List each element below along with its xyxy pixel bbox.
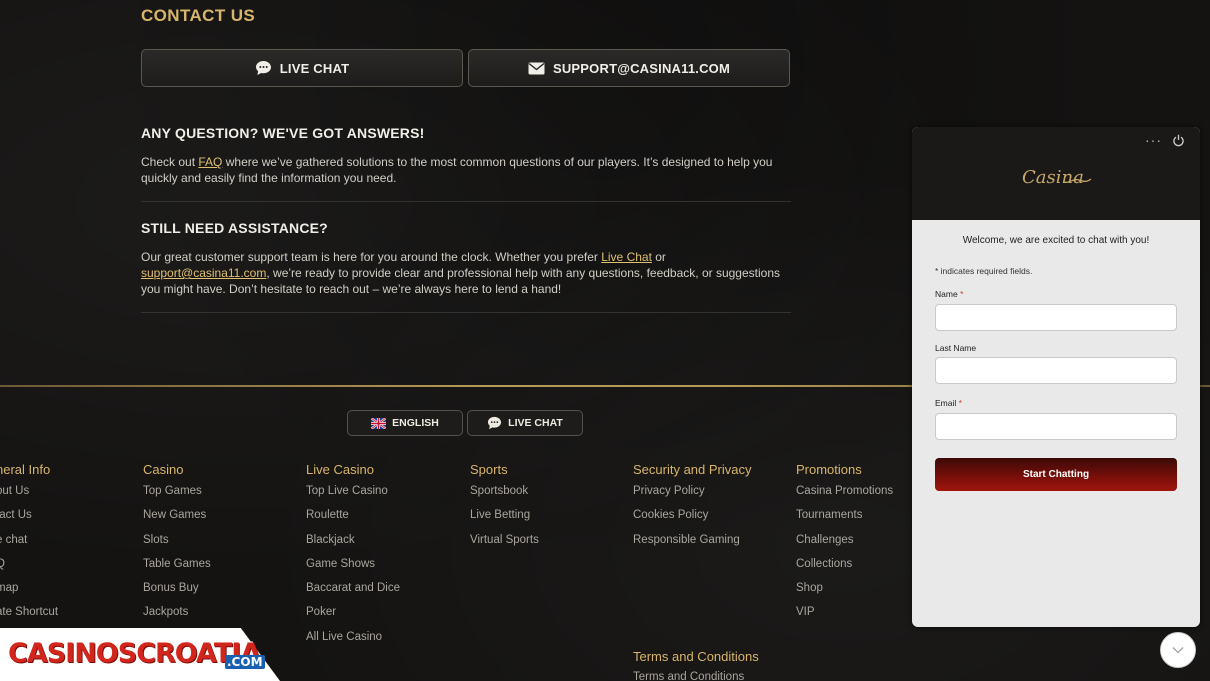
required-note: * indicates required fields. (935, 266, 1033, 276)
footer-column-title: Casino (143, 462, 184, 477)
email-label: Email * (935, 398, 962, 408)
chat-header: Casina ··· (912, 127, 1200, 220)
footer-column-title: Live Casino (306, 462, 374, 477)
footer-link[interactable]: New Games (143, 509, 211, 533)
footer-link[interactable]: Live Betting (470, 509, 539, 533)
terms-link[interactable]: Terms and Conditions (633, 671, 744, 681)
chevron-down-icon (1172, 646, 1184, 654)
footer-link[interactable]: Tournaments (796, 509, 893, 533)
chat-bubble-icon (255, 60, 272, 76)
footer-column-title: Promotions (796, 462, 862, 477)
live-chat-label: LIVE CHAT (279, 60, 350, 76)
footer-link[interactable]: Sportsbook (470, 485, 539, 509)
chat-welcome-text: Welcome, we are excited to chat with you… (962, 235, 1150, 246)
footer-column-title: neral Info (0, 462, 51, 477)
footer-link[interactable]: Top Live Casino (306, 485, 400, 509)
assist-text-1: Our great customer support team is here … (141, 250, 602, 264)
required-star: * (960, 289, 964, 299)
footer-link[interactable]: All Live Casino (306, 631, 400, 655)
footer-link[interactable]: map (0, 582, 58, 606)
footer-link[interactable]: Virtual Sports (470, 534, 539, 558)
faq-heading: ANY QUESTION? WE'VE GOT ANSWERS! (141, 125, 425, 141)
footer-link[interactable]: Table Games (143, 558, 211, 582)
chat-menu-icon[interactable]: ··· (1145, 132, 1162, 148)
support-email-link[interactable]: support@casina11.com (141, 266, 266, 280)
last-name-label: Last Name (935, 343, 977, 353)
faq-link[interactable]: FAQ (198, 155, 222, 169)
assist-heading: STILL NEED ASSISTANCE? (141, 220, 328, 236)
footer-column-title: Sports (470, 462, 508, 477)
name-label: Name * (935, 289, 963, 299)
footer-link[interactable]: e chat (0, 534, 58, 558)
footer-link[interactable]: VIP (796, 606, 893, 630)
chat-minimize-button[interactable] (1160, 632, 1196, 668)
assist-text-2: or (651, 250, 666, 264)
watermark-logo: CASINOSCROATIA (8, 638, 261, 669)
footer-link[interactable]: Top Games (143, 485, 211, 509)
footer-live-chat-button[interactable]: LIVE CHAT (467, 410, 583, 436)
assist-paragraph: Our great customer support team is here … (141, 249, 791, 297)
footer-link[interactable]: Privacy Policy (633, 485, 752, 509)
footer-link[interactable]: Game Shows (306, 558, 400, 582)
start-chatting-button[interactable]: Start Chatting (935, 458, 1177, 491)
footer-column: Security and Privacy Privacy Policy Cookie… (633, 462, 752, 558)
envelope-icon (528, 62, 545, 75)
footer-column: neral Info out Ustact Use chatQmapate Sho… (0, 462, 58, 631)
footer-live-chat-label: LIVE CHAT (508, 417, 563, 429)
footer-link[interactable]: Collections (796, 558, 893, 582)
logo-swash-icon (1062, 178, 1092, 184)
watermark-suffix: .COM (225, 655, 265, 669)
chat-widget: Casina ··· Welcome, we are excited to ch… (912, 127, 1200, 627)
live-chat-button[interactable]: LIVE CHAT (141, 49, 463, 87)
uk-flag-icon (371, 417, 387, 429)
footer-link[interactable]: Roulette (306, 509, 400, 533)
footer-link[interactable]: Jackpots (143, 606, 211, 630)
language-selector[interactable]: ENGLISH (347, 410, 463, 436)
footer-link[interactable]: Poker (306, 606, 400, 630)
footer-link[interactable]: Shop (796, 582, 893, 606)
footer-link[interactable]: ate Shortcut (0, 606, 58, 630)
support-email-button[interactable]: SUPPORT@CASINA11.COM (468, 49, 790, 87)
chat-bubble-icon (487, 416, 502, 430)
language-label: ENGLISH (392, 417, 439, 429)
footer-column: Sports Sportsbook Live Betting Virtual Spor… (470, 462, 539, 558)
faq-text-after: where we’ve gathered solutions to the mo… (141, 155, 773, 185)
footer-link[interactable]: Cookies Policy (633, 509, 752, 533)
terms-title: Terms and Conditions (633, 649, 759, 664)
required-star: * (958, 398, 962, 408)
email-input[interactable] (935, 413, 1177, 440)
live-chat-link[interactable]: Live Chat (601, 250, 652, 264)
footer-column-title: Security and Privacy (633, 462, 752, 477)
section-divider (141, 201, 791, 202)
email-label-text: Email (935, 398, 957, 408)
name-label-text: Name (935, 289, 958, 299)
footer-link[interactable]: Blackjack (306, 534, 400, 558)
footer-link[interactable]: Q (0, 558, 58, 582)
footer-link[interactable]: Baccarat and Dice (306, 582, 400, 606)
footer-column: Casino Top Games New Games Slots Table Games… (143, 462, 211, 631)
last-name-input[interactable] (935, 357, 1177, 384)
section-divider (141, 312, 791, 313)
footer-link[interactable]: Bonus Buy (143, 582, 211, 606)
footer-column: Promotions Casina Promotions Tournaments Ch… (796, 462, 893, 631)
contact-title: CONTACT US (141, 6, 256, 25)
footer-link[interactable]: tact Us (0, 509, 58, 533)
footer-link[interactable]: Slots (143, 534, 211, 558)
footer-link[interactable]: Challenges (796, 534, 893, 558)
power-icon[interactable] (1172, 134, 1185, 152)
footer-column: Live Casino Top Live Casino Roulette Blackj… (306, 462, 400, 655)
faq-paragraph: Check out FAQ where we’ve gathered solut… (141, 154, 791, 186)
footer-link[interactable]: Casina Promotions (796, 485, 893, 509)
name-input[interactable] (935, 304, 1177, 331)
faq-text-before: Check out (141, 155, 199, 169)
support-email-label: SUPPORT@CASINA11.COM (552, 60, 731, 76)
footer-link[interactable]: Responsible Gaming (633, 534, 752, 558)
footer-link[interactable]: out Us (0, 485, 58, 509)
